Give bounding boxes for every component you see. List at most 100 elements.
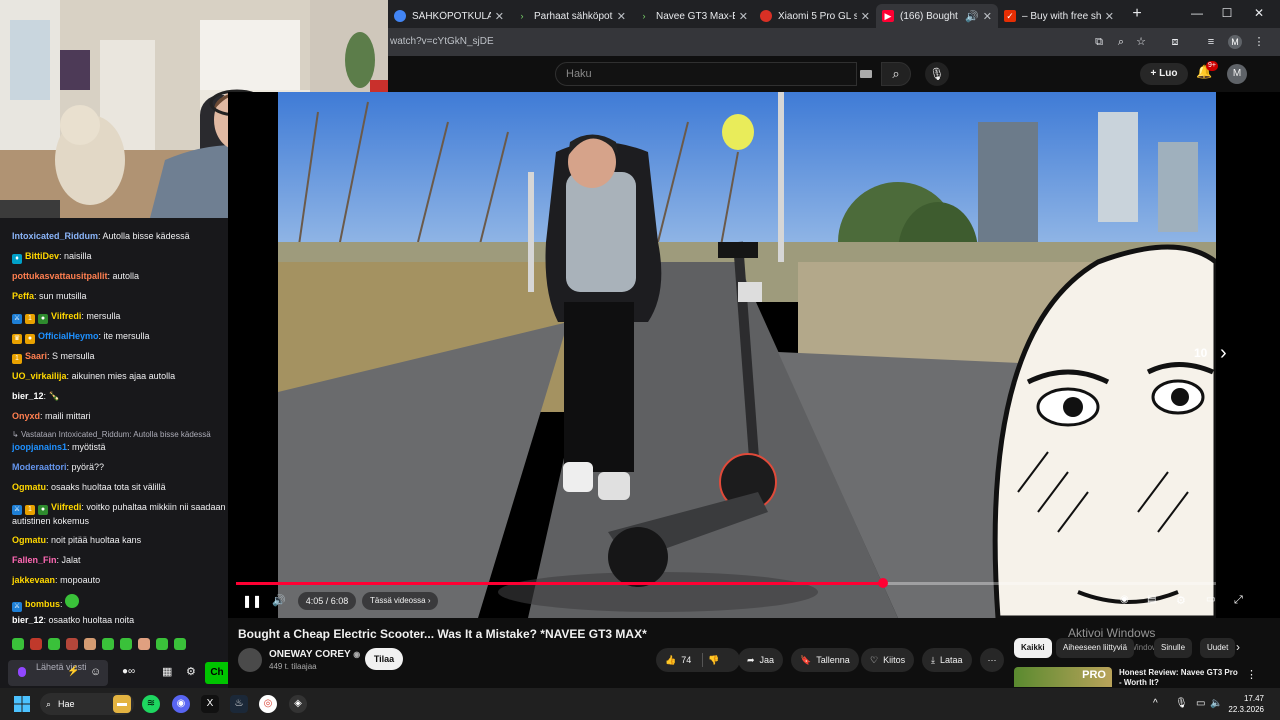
zoom-icon[interactable]: ⌕ <box>1114 35 1128 49</box>
emote-icon[interactable] <box>174 638 186 650</box>
profile-avatar[interactable]: M <box>1228 35 1242 49</box>
bookmark-star-icon[interactable]: ☆ <box>1134 35 1148 49</box>
search-input[interactable]: Haku <box>555 62 857 86</box>
browser-tab[interactable]: › Parhaat sähköpotkulaudat ✕ <box>510 4 632 28</box>
emote-icon[interactable] <box>30 638 42 650</box>
save-button[interactable]: 🔖 Tallenna <box>791 648 859 672</box>
related-video-thumbnail[interactable]: PRO <box>1014 667 1112 687</box>
aliexpress-icon: ✓ <box>1004 10 1016 22</box>
emote-icon[interactable] <box>84 638 96 650</box>
chapter-button[interactable]: Tässä videossa › <box>362 592 439 610</box>
close-tab-icon[interactable]: ✕ <box>983 10 992 23</box>
spotify-icon[interactable]: ≋ <box>142 695 160 713</box>
dislike-icon[interactable]: 👎 <box>708 655 719 666</box>
chrome-taskbar-icon[interactable]: ◎ <box>259 695 277 713</box>
subtitles-icon[interactable]: ▤ <box>1147 594 1156 605</box>
xiaomi-icon <box>760 10 772 22</box>
account-avatar[interactable]: M <box>1227 64 1247 84</box>
new-tab-button[interactable]: + <box>1126 5 1148 23</box>
chat-message: ♛ ● OfficialHeymo: ite mersulla <box>12 331 150 344</box>
channel-name[interactable]: ONEWAY COREY ◉ <box>269 649 360 660</box>
tray-overflow-icon[interactable]: ^ <box>1153 698 1158 709</box>
browser-tab-active[interactable]: ▶ (166) Bought a Cheap Electric 🔊 ✕ <box>876 4 998 28</box>
minimize-icon[interactable]: — <box>1182 6 1212 20</box>
close-window-icon[interactable]: ✕ <box>1244 6 1274 20</box>
chevron-right-icon: › <box>425 596 431 605</box>
voice-search-button[interactable]: 🎙 <box>925 62 949 86</box>
theater-mode-icon[interactable]: ▭ <box>1206 594 1215 605</box>
channel-points-icon[interactable]: ●∞ <box>122 666 135 677</box>
pause-icon[interactable]: ❚❚ <box>242 594 262 608</box>
close-tab-icon[interactable]: ✕ <box>495 10 504 23</box>
emote-icon[interactable] <box>12 638 24 650</box>
next-arrow-icon[interactable]: › <box>1220 342 1227 365</box>
command-icon[interactable]: ⚡ <box>67 666 79 677</box>
browser-tab[interactable]: › Navee GT3 Max-E sähköpotkulauta ✕ <box>632 4 754 28</box>
close-tab-icon[interactable]: ✕ <box>739 10 748 23</box>
network-icon[interactable]: ▭ <box>1196 698 1205 709</box>
close-tab-icon[interactable]: ✕ <box>617 10 626 23</box>
chip-all[interactable]: Kaikki <box>1014 638 1052 658</box>
autoplay-toggle-icon[interactable]: ◉ <box>1120 594 1129 605</box>
more-vert-icon[interactable]: ⋮ <box>1246 668 1257 681</box>
extensions-icon[interactable]: ⧈ <box>1168 35 1182 49</box>
browser-tab[interactable]: SÄHKÖPOTKULAUTA ✕ <box>388 4 510 28</box>
emote-icon[interactable] <box>102 638 114 650</box>
close-tab-icon[interactable]: ✕ <box>861 10 870 23</box>
fullscreen-icon[interactable]: ⤢ <box>1234 594 1243 607</box>
steam-icon[interactable]: ♨ <box>230 695 248 713</box>
settings-icon[interactable]: ⚙ <box>186 665 196 678</box>
mic-tray-icon[interactable]: 🎙 <box>1175 698 1188 709</box>
chip-for-you[interactable]: Sinulle <box>1154 638 1193 658</box>
download-button[interactable]: ⤓ Lataa <box>922 648 972 672</box>
emote-icon[interactable] <box>66 638 78 650</box>
close-tab-icon[interactable]: ✕ <box>1105 10 1114 23</box>
channel-avatar[interactable] <box>238 648 262 672</box>
windows-start-icon[interactable] <box>14 696 30 712</box>
sub-badge-icon: ● <box>38 314 48 324</box>
file-explorer-icon[interactable]: ▬ <box>113 695 131 713</box>
related-video-title[interactable]: Honest Review: Navee GT3 Pro - Worth It? <box>1119 668 1239 688</box>
chip-new[interactable]: Uudet <box>1200 638 1236 658</box>
media-control-icon[interactable]: ≡ <box>1204 35 1218 49</box>
chat-message: jakkevaan: mopoauto <box>12 575 101 585</box>
store-icon[interactable]: ▦ <box>162 665 172 678</box>
thanks-button[interactable]: ♡ Kiitos <box>861 648 915 672</box>
settings-icon[interactable]: ⚙ <box>1176 594 1186 607</box>
emote-icon[interactable] <box>156 638 168 650</box>
discord-icon[interactable]: ◉ <box>172 695 190 713</box>
browser-menu-icon[interactable]: ⋮ <box>1252 35 1266 49</box>
youtube-icon: ▶ <box>882 10 894 22</box>
chat-send-button[interactable]: Ch <box>205 662 228 684</box>
url-text[interactable]: watch?v=cYtGkN_sjDE <box>390 36 494 47</box>
video-player[interactable]: 10 › <box>228 92 1280 618</box>
bits-icon[interactable] <box>18 667 26 677</box>
emote-icon[interactable] <box>48 638 60 650</box>
app-icon[interactable]: ◈ <box>289 695 307 713</box>
x-app-icon[interactable]: X <box>201 695 219 713</box>
browser-tab[interactable]: Xiaomi 5 Pro GL sähköpotkulauta ✕ <box>754 4 876 28</box>
share-button[interactable]: ➦ Jaa <box>738 648 784 672</box>
emote-icon[interactable] <box>120 638 132 650</box>
volume-icon[interactable]: 🔊 <box>272 594 286 607</box>
video-frame <box>278 92 1216 618</box>
speaker-icon[interactable]: 🔊 <box>965 10 979 23</box>
emote-picker-icon[interactable]: ☺ <box>90 666 101 678</box>
chip-related[interactable]: Aiheeseen liittyviä <box>1056 638 1135 658</box>
address-bar[interactable]: watch?v=cYtGkN_sjDE ⧉ ⌕ ☆ ⧈ ≡ M ⋮ <box>388 28 1280 56</box>
browser-tab[interactable]: ✓ – Buy with free shipping ✕ <box>998 4 1120 28</box>
search-button[interactable]: ⌕ <box>881 62 911 86</box>
cast-icon[interactable]: ⧉ <box>1092 35 1106 49</box>
progress-scrubber[interactable] <box>877 578 888 588</box>
maximize-icon[interactable]: ☐ <box>1212 6 1242 20</box>
volume-tray-icon[interactable]: 🔈 <box>1210 698 1222 709</box>
clock[interactable]: 17.47 22.3.2026 <box>1228 693 1264 715</box>
like-icon[interactable]: 👍 <box>665 655 676 666</box>
keyboard-icon[interactable] <box>860 70 872 78</box>
subscribe-button[interactable]: Tilaa <box>365 648 403 670</box>
create-button[interactable]: + Luo <box>1140 63 1188 85</box>
more-actions-button[interactable]: ⋯ <box>980 648 1004 672</box>
chevron-right-icon[interactable]: › <box>1236 640 1240 654</box>
emote-icon[interactable] <box>138 638 150 650</box>
search-icon: ⌕ <box>892 66 900 81</box>
